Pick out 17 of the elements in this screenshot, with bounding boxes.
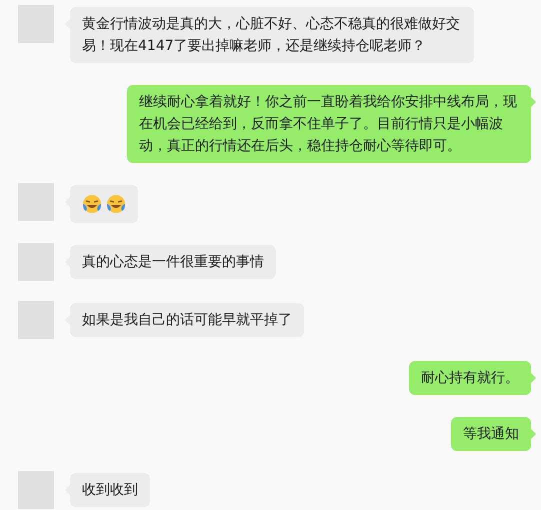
message-bubble: 黄金行情波动是真的大，心脏不好、心态不稳真的很难做好交易！现在4147了要出掉嘛老师，还是继续持仓呢老师？ (70, 7, 474, 63)
message-bubble: 耐心持有就行。 (409, 361, 531, 395)
avatar[interactable] (18, 471, 54, 509)
avatar[interactable] (18, 5, 54, 43)
message-bubble: 等我通知 (451, 417, 531, 451)
message-bubble: 如果是我自己的话可能早就平掉了 (70, 303, 304, 337)
bubble-tail-icon (531, 373, 536, 383)
avatar[interactable] (18, 243, 54, 281)
message-bubble: 继续耐心拿着就好！你之前一直盼着我给你安排中线布局，现在机会已经给到，反而拿不住单子了。目前行情只是小幅波动，真正的行情还在后头，稳住持仓耐心等待即可。 (127, 85, 531, 163)
message-bubble: 真的心态是一件很重要的事情 (70, 245, 276, 279)
bubble-tail-icon (531, 97, 536, 107)
avatar[interactable] (18, 301, 54, 339)
bubble-tail-icon (531, 429, 536, 439)
laughing-crying-emoji-icon (106, 194, 126, 214)
laughing-crying-emoji-icon (82, 194, 102, 214)
message-bubble: 收到收到 (70, 473, 150, 507)
avatar[interactable] (18, 183, 54, 221)
